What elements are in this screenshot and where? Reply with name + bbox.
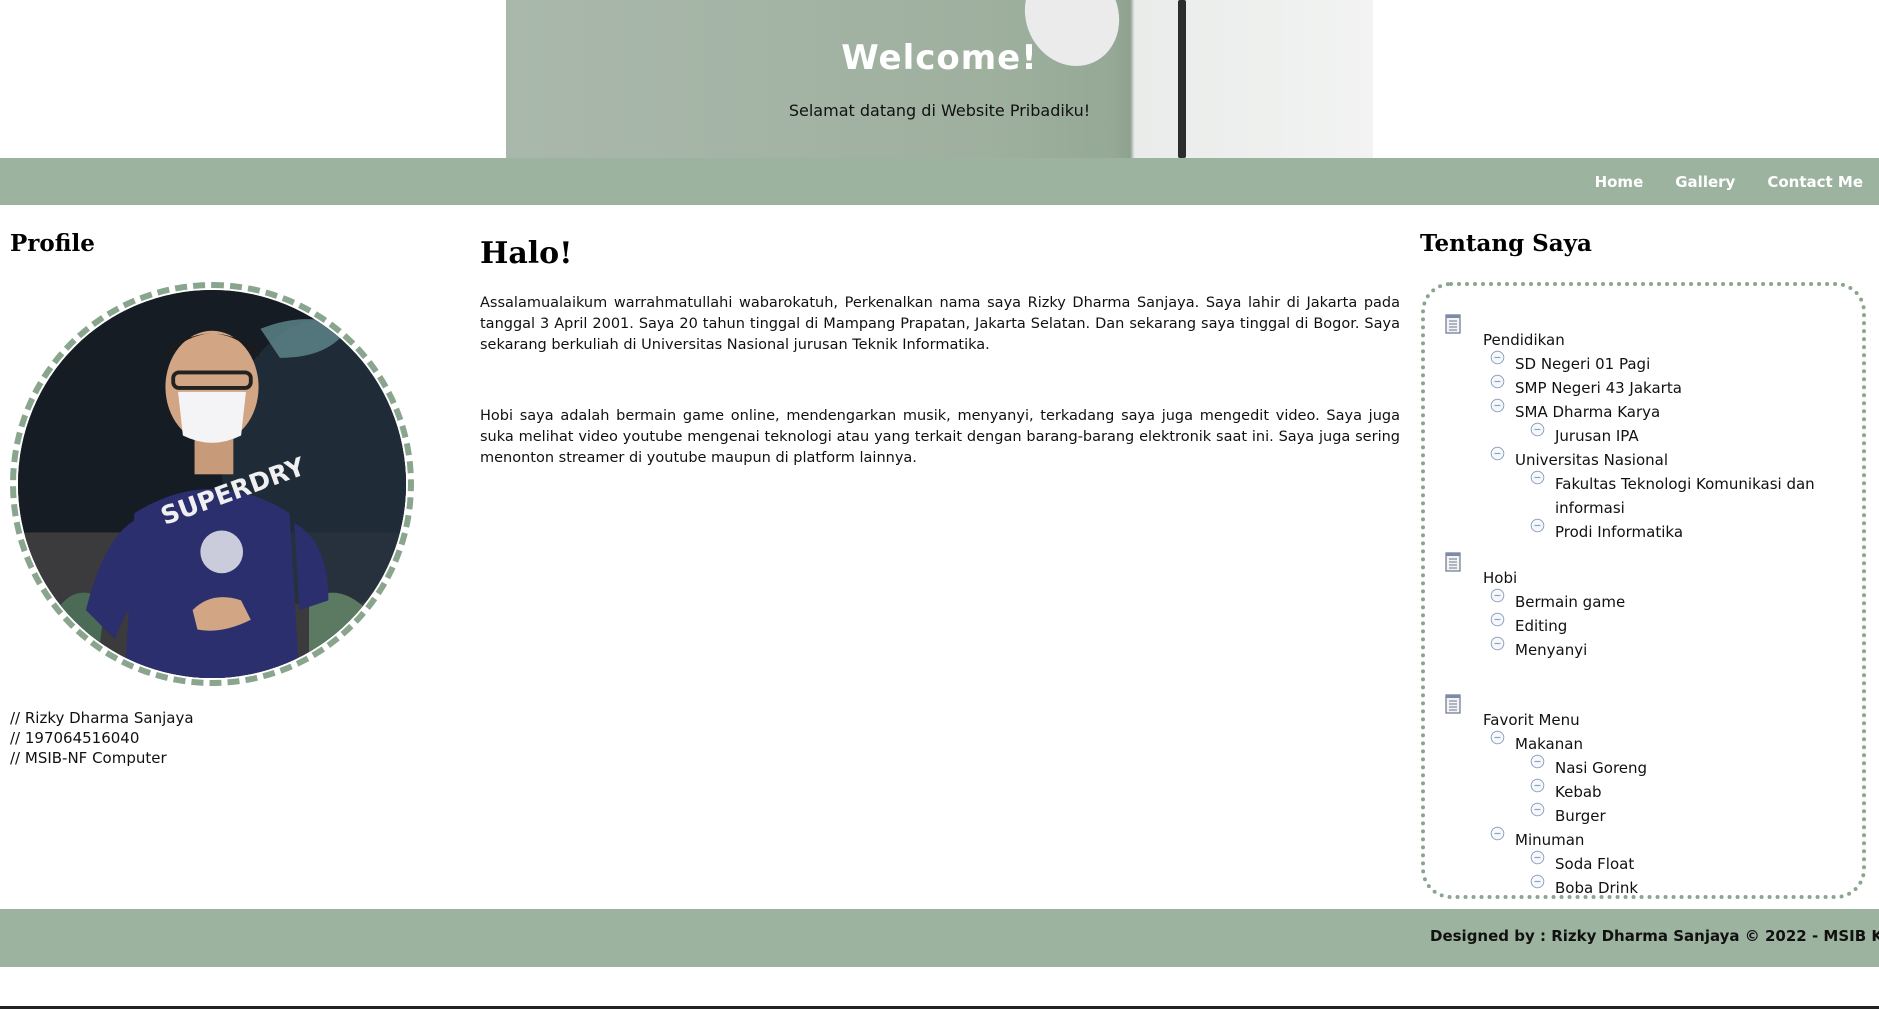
header: Welcome! Selamat datang di Website Priba…: [0, 0, 1879, 158]
circle-bullet-icon: [1490, 634, 1505, 651]
list-subitem: Soda Float: [1445, 850, 1842, 876]
list-subitem-text: Soda Float: [1555, 855, 1635, 873]
nav-gallery-link[interactable]: Gallery: [1675, 173, 1735, 191]
circle-bullet-icon: [1490, 444, 1505, 461]
main-heading: Halo!: [480, 236, 573, 271]
hobby-paragraph: Hobi saya adalah bermain game online, me…: [480, 408, 1400, 466]
circle-bullet-icon: [1490, 610, 1505, 627]
list-item: Minuman: [1445, 826, 1842, 852]
list-icon: [1445, 314, 1461, 334]
list-item-text: Menyanyi: [1515, 641, 1588, 659]
profile-section: Profile SUPERDRY // Rizky Dharma Sanjaya…: [10, 230, 430, 767]
lamp-stand: [1178, 0, 1186, 158]
about-box: Pendidikan SD Negeri 01 Pagi SMP Negeri 43…: [1421, 282, 1866, 899]
list-subitem-text: Fakultas Teknologi Komunikasi dan inform…: [1555, 475, 1815, 517]
footer: Designed by : Rizky Dharma Sanjaya © 202…: [0, 909, 1879, 967]
welcome-subtitle: Selamat datang di Website Pribadiku!: [788, 101, 1091, 120]
list-icon: [1445, 694, 1461, 714]
list-item: Menyanyi: [1445, 636, 1842, 662]
nav-home-link[interactable]: Home: [1595, 173, 1644, 191]
avatar: SUPERDRY: [18, 290, 406, 678]
profile-heading: Profile: [10, 230, 95, 257]
navbar: Home Gallery Contact Me: [0, 158, 1879, 205]
list-subitem: Prodi Informatika: [1445, 518, 1842, 544]
list-subitem-text: Prodi Informatika: [1555, 523, 1684, 541]
circle-bullet-icon: [1530, 872, 1545, 889]
about-section-favorit-menu: Favorit Menu Makanan Nasi Goreng Kebab Burge…: [1445, 694, 1842, 900]
list-item: Makanan: [1445, 730, 1842, 756]
list-item: Universitas Nasional: [1445, 446, 1842, 472]
list-item: SMA Dharma Karya: [1445, 398, 1842, 424]
footer-text: Designed by : Rizky Dharma Sanjaya © 202…: [1430, 927, 1879, 945]
main-section: Halo! Assalamualaikum warrahmatullahi wa…: [480, 236, 1400, 469]
circle-bullet-icon: [1490, 372, 1505, 389]
list-subitem-text: Burger: [1555, 807, 1606, 825]
welcome-title: Welcome!: [841, 38, 1038, 78]
circle-bullet-icon: [1530, 468, 1545, 485]
profile-name: // Rizky Dharma Sanjaya: [10, 709, 194, 727]
list-subitem-text: Jurusan IPA: [1555, 427, 1639, 445]
list-subitem-text: Kebab: [1555, 783, 1602, 801]
nav-contact-link[interactable]: Contact Me: [1767, 173, 1863, 191]
header-banner-image: [506, 0, 1373, 158]
list-item-text: Editing: [1515, 617, 1568, 635]
circle-bullet-icon: [1530, 848, 1545, 865]
about-section: Tentang Saya Pendidikan SD Negeri 01 Pagi…: [1420, 230, 1866, 899]
section-label: Pendidikan: [1483, 331, 1565, 349]
list-item-text: SMP Negeri 43 Jakarta: [1515, 379, 1682, 397]
list-subitem: Fakultas Teknologi Komunikasi dan inform…: [1445, 470, 1842, 520]
circle-bullet-icon: [1490, 396, 1505, 413]
list-item-text: Bermain game: [1515, 593, 1626, 611]
section-label: Favorit Menu: [1483, 711, 1580, 729]
circle-bullet-icon: [1530, 752, 1545, 769]
profile-info: // Rizky Dharma Sanjaya // 197064516040 …: [10, 708, 194, 768]
circle-bullet-icon: [1530, 776, 1545, 793]
list-subitem: Kebab: [1445, 778, 1842, 804]
circle-bullet-icon: [1530, 516, 1545, 533]
circle-bullet-icon: [1490, 824, 1505, 841]
circle-bullet-icon: [1490, 348, 1505, 365]
list-icon: [1445, 552, 1461, 572]
circle-bullet-icon: [1530, 420, 1545, 437]
about-section-pendidikan: Pendidikan SD Negeri 01 Pagi SMP Negeri 43…: [1445, 314, 1842, 544]
about-heading: Tentang Saya: [1420, 230, 1592, 257]
intro-paragraph: Assalamualaikum warrahmatullahi wabaroka…: [480, 295, 1400, 353]
list-subitem: Boba Drink: [1445, 874, 1842, 900]
profile-photo: SUPERDRY: [18, 290, 406, 678]
about-section-hobi: Hobi Bermain game Editing Menyanyi: [1445, 552, 1842, 662]
profile-id: // 197064516040: [10, 729, 140, 747]
list-subitem-text: Boba Drink: [1555, 879, 1639, 897]
circle-bullet-icon: [1490, 586, 1505, 603]
avatar-frame: SUPERDRY: [10, 282, 414, 686]
list-item-text: SD Negeri 01 Pagi: [1515, 355, 1651, 373]
list-item-text: Makanan: [1515, 735, 1583, 753]
circle-bullet-icon: [1530, 800, 1545, 817]
section-label: Hobi: [1483, 569, 1518, 587]
list-item-text: Minuman: [1515, 831, 1585, 849]
list-subitem: Nasi Goreng: [1445, 754, 1842, 780]
profile-program: // MSIB-NF Computer: [10, 749, 167, 767]
list-subitem-text: Nasi Goreng: [1555, 759, 1648, 777]
circle-bullet-icon: [1490, 728, 1505, 745]
